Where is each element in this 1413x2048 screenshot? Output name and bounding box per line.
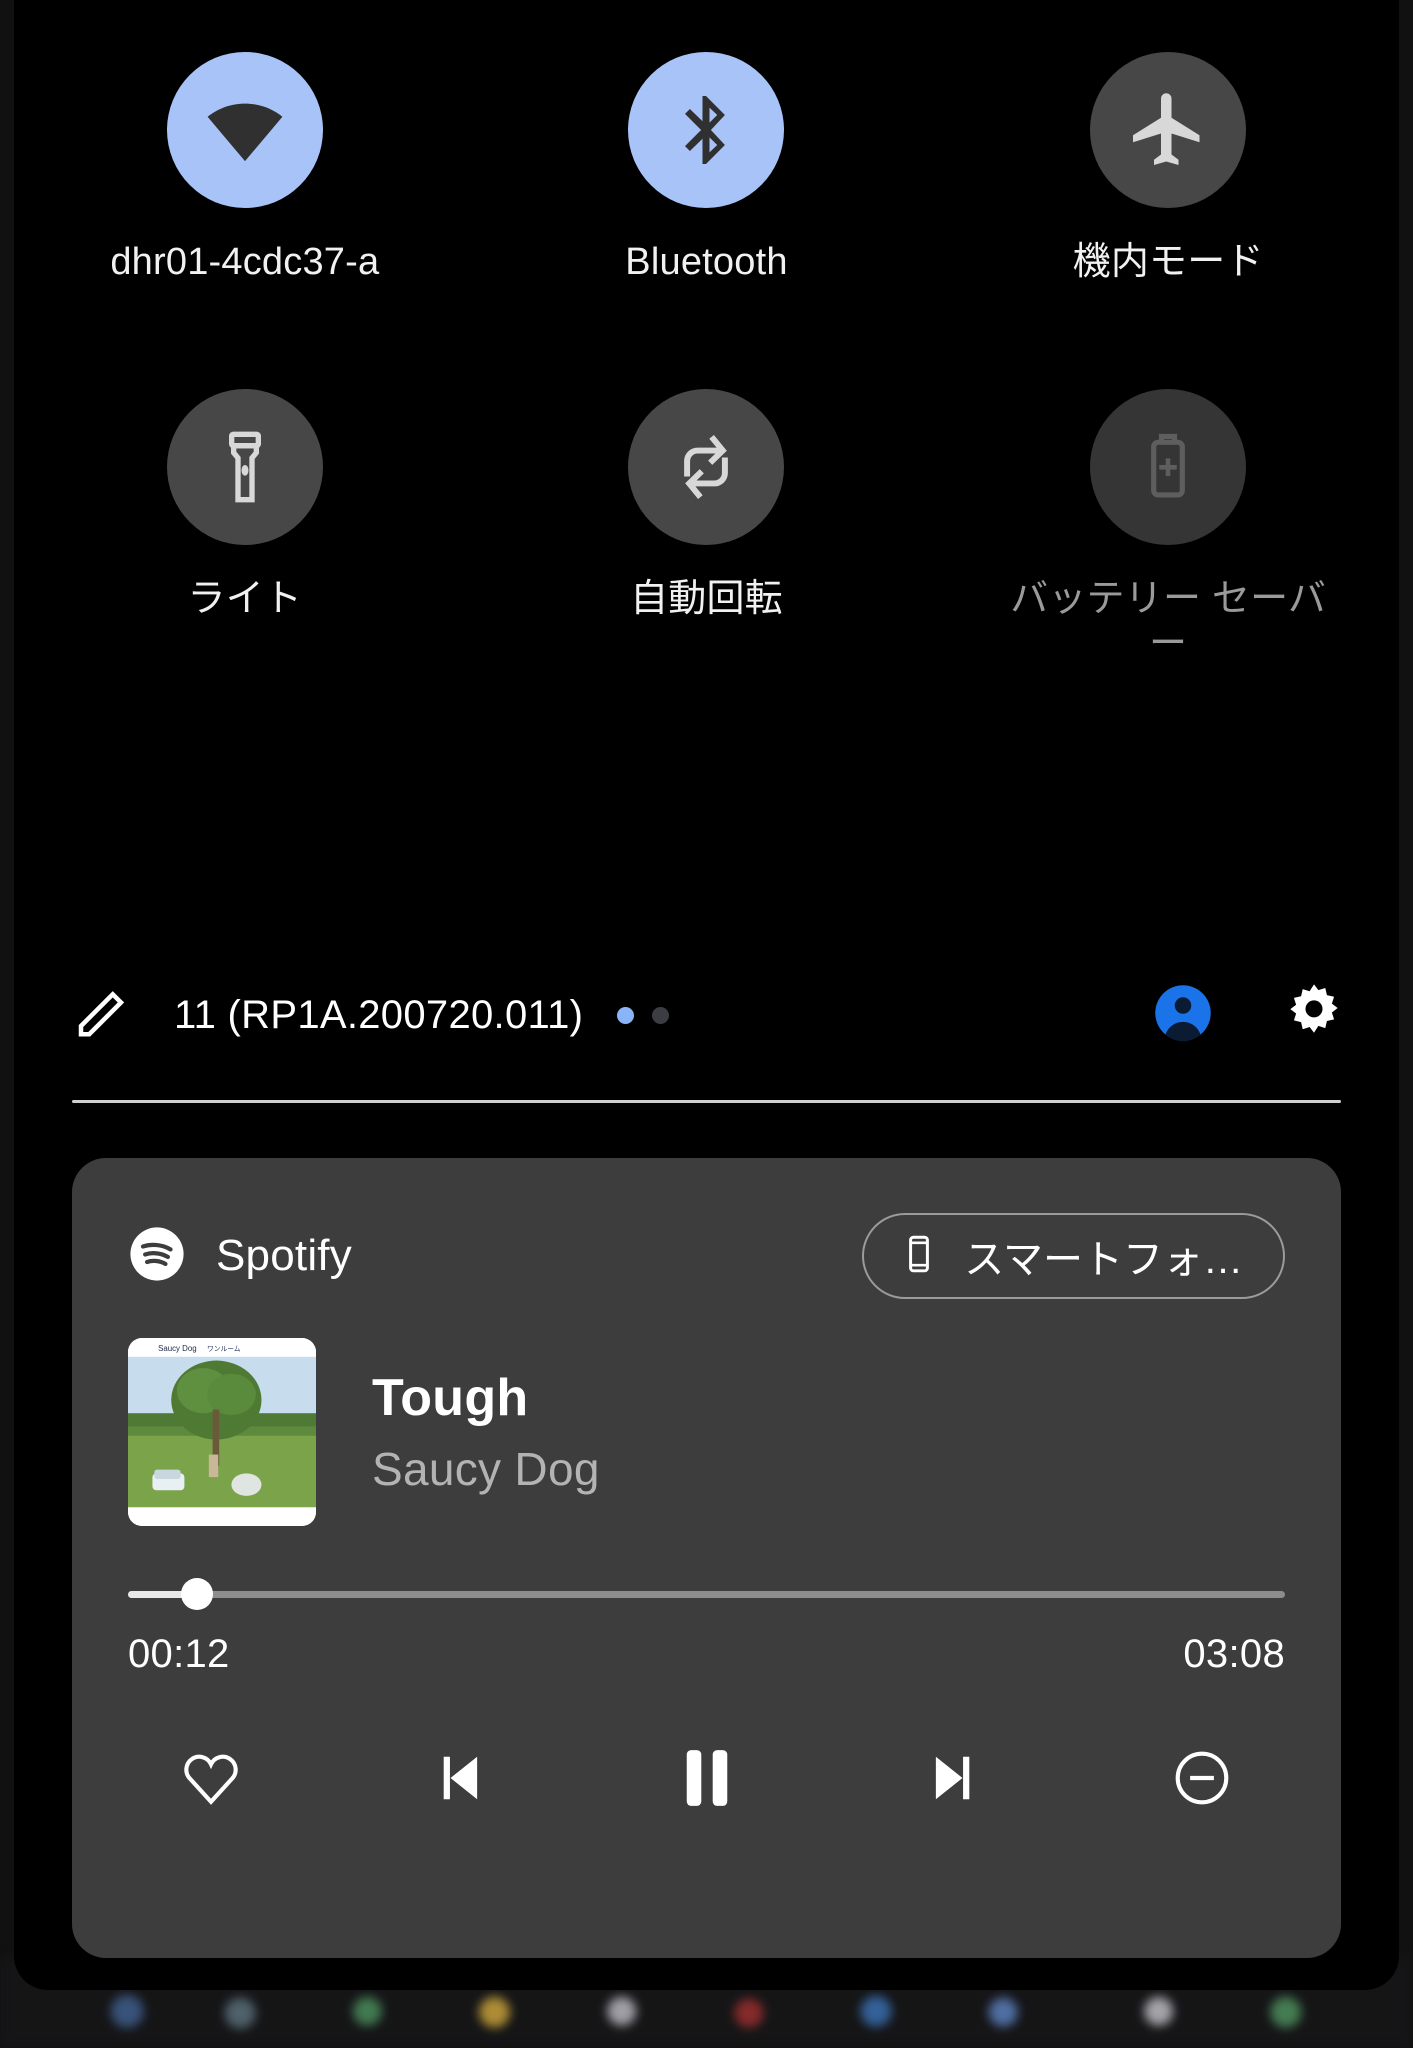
heart-icon: [184, 1754, 238, 1805]
duration-time: 03:08: [1183, 1632, 1285, 1676]
tile-wifi[interactable]: dhr01-4cdc37-a: [14, 52, 476, 285]
track-metadata: Tough Saucy Dog: [372, 1368, 600, 1496]
tile-auto-rotate-circle[interactable]: [628, 388, 785, 545]
airplane-icon: [1133, 93, 1200, 165]
tile-bluetooth-label: Bluetooth: [625, 241, 788, 283]
media-card-header: Spotify スマートフォ…: [128, 1208, 1285, 1304]
page-indicator-dots: [617, 1006, 670, 1024]
svg-text:Saucy Dog: Saucy Dog: [158, 1344, 197, 1353]
page-dot-2[interactable]: [652, 1006, 670, 1024]
spotify-logo-icon: [128, 1225, 186, 1288]
minus-circle-icon: [1175, 1751, 1229, 1805]
tile-auto-rotate[interactable]: 自動回転: [476, 285, 938, 667]
track-info-row: Saucy Dog ワンルーム Tough Saucy Dog: [128, 1338, 1285, 1526]
progress-track: [128, 1591, 1285, 1598]
tile-battery-saver-circle[interactable]: [1090, 388, 1247, 545]
quick-settings-shade: dhr01-4cdc37-a Bluetooth 機内モード ライト 自動回転 …: [14, 0, 1399, 1990]
pause-icon: [686, 1750, 727, 1806]
tile-battery-saver[interactable]: バッテリー セーバー: [937, 285, 1399, 667]
pencil-icon[interactable]: [72, 983, 132, 1048]
quick-settings-tiles: dhr01-4cdc37-a Bluetooth 機内モード ライト 自動回転 …: [14, 52, 1399, 666]
user-avatar-icon[interactable]: [1151, 981, 1215, 1050]
tile-battery-saver-label: バッテリー セーバー: [1010, 577, 1327, 665]
album-art-image: Saucy Dog ワンルーム: [128, 1338, 316, 1526]
media-transport-controls: [128, 1723, 1285, 1833]
dismiss-button[interactable]: [1147, 1723, 1257, 1833]
media-app-name: Spotify: [216, 1231, 352, 1280]
battery-saver-icon: [1151, 433, 1186, 498]
quick-settings-footer: 11 (RP1A.200720.011): [14, 960, 1399, 1070]
gear-icon[interactable]: [1281, 980, 1347, 1051]
quick-settings-screen: dhr01-4cdc37-a Bluetooth 機内モード ライト 自動回転 …: [0, 0, 1413, 2048]
tile-bluetooth-circle[interactable]: [628, 52, 785, 208]
track-artist: Saucy Dog: [372, 1443, 600, 1495]
elapsed-time: 00:12: [128, 1632, 230, 1676]
previous-button[interactable]: [404, 1723, 514, 1833]
track-title: Tough: [372, 1369, 529, 1427]
svg-text:ワンルーム: ワンルーム: [207, 1345, 241, 1353]
tile-flashlight[interactable]: ライト: [14, 285, 476, 667]
skip-next-icon: [936, 1756, 970, 1800]
tile-flashlight-label: ライト: [187, 577, 303, 620]
wifi-icon: [207, 103, 283, 162]
build-number-label: 11 (RP1A.200720.011): [174, 992, 584, 1037]
bluetooth-icon: [685, 96, 726, 164]
playback-progress-slider[interactable]: [128, 1578, 1285, 1610]
media-player-card[interactable]: Spotify スマートフォ… Saucy Dog ワンルーム Tough Sa…: [72, 1158, 1341, 1958]
page-dot-1[interactable]: [617, 1006, 635, 1024]
tile-wifi-label: dhr01-4cdc37-a: [110, 241, 380, 283]
flashlight-icon: [228, 431, 261, 503]
tile-bluetooth[interactable]: Bluetooth: [476, 52, 938, 285]
next-button[interactable]: [899, 1723, 1009, 1833]
favorite-button[interactable]: [156, 1723, 266, 1833]
smartphone-icon: [898, 1233, 940, 1280]
skip-previous-icon: [443, 1756, 477, 1800]
play-pause-button[interactable]: [652, 1723, 762, 1833]
auto-rotate-icon: [684, 434, 729, 499]
tile-airplane-mode[interactable]: 機内モード: [937, 52, 1399, 285]
tile-flashlight-circle[interactable]: [166, 388, 323, 545]
tile-auto-rotate-label: 自動回転: [630, 577, 783, 620]
progress-thumb[interactable]: [181, 1578, 214, 1610]
tile-airplane-mode-circle[interactable]: [1090, 52, 1247, 208]
section-divider: [72, 1100, 1341, 1103]
output-device-chip[interactable]: スマートフォ…: [862, 1213, 1285, 1299]
tile-wifi-circle[interactable]: [166, 52, 323, 208]
album-art[interactable]: Saucy Dog ワンルーム: [128, 1338, 316, 1526]
playback-time-row: 00:12 03:08: [128, 1632, 1285, 1677]
tile-airplane-mode-label: 機内モード: [1072, 241, 1264, 283]
output-device-label: スマートフォ…: [964, 1238, 1243, 1282]
